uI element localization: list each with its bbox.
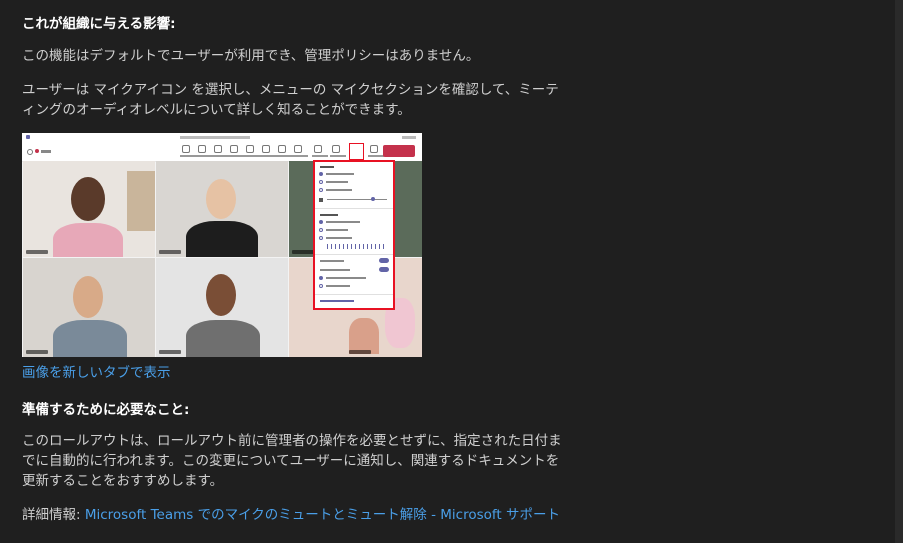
teams-meeting-screenshot[interactable]: [22, 133, 422, 357]
leave-button: [383, 145, 415, 157]
mic-icon: [349, 143, 364, 160]
support-article-link[interactable]: Microsoft Teams でのマイクのミュートとミュート解除 - Micr…: [85, 507, 560, 523]
video-tile-1: [23, 161, 155, 257]
device-settings-flyout: [313, 160, 395, 310]
more-info-label: 詳細情報:: [22, 507, 85, 523]
impact-paragraph-2-line-2: ィングのオーディオレベルについて詳しく知ることができます。: [22, 102, 411, 118]
impact-heading: これが組織に与える影響:: [22, 16, 176, 32]
scrollbar-track[interactable]: [895, 0, 903, 543]
video-tile-2: [156, 161, 288, 257]
video-tile-5: [156, 258, 288, 357]
preparation-heading: 準備するために必要なこと:: [22, 402, 190, 418]
impact-paragraph-2-line-1: ユーザーは マイクアイコン を選択し、メニューの マイクセクションを確認して、ミ…: [22, 82, 559, 98]
open-image-new-tab-link[interactable]: 画像を新しいタブで表示: [22, 363, 171, 384]
preparation-line-3: 更新することをおすすめします。: [22, 473, 224, 489]
preparation-line-2: でに自動的に行われます。この変更についてユーザーに通知し、関連するドキュメントを: [22, 453, 560, 469]
preparation-line-1: このロールアウトは、ロールアウト前に管理者の操作を必要とせずに、指定された日付ま: [22, 433, 562, 449]
video-tile-4: [23, 258, 155, 357]
impact-paragraph-1: この機能はデフォルトでユーザーが利用でき、管理ポリシーはありません。: [22, 48, 480, 64]
more-info-line: 詳細情報: Microsoft Teams でのマイクのミュートとミュート解除 …: [22, 505, 560, 526]
